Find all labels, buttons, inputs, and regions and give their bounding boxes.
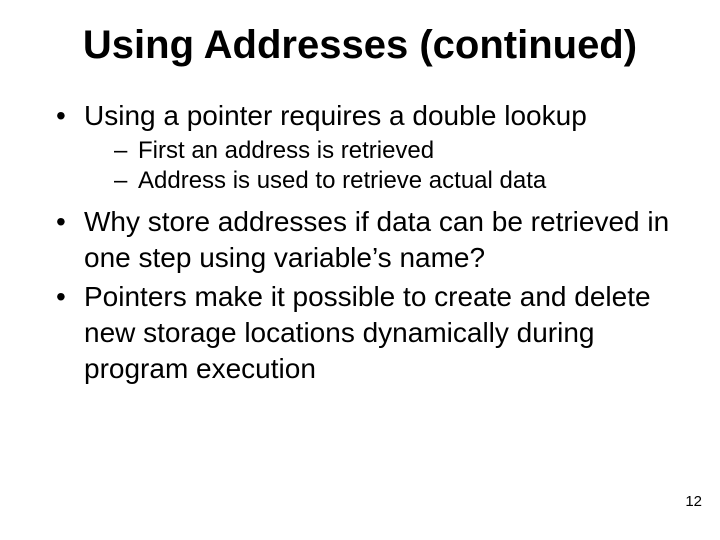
bullet-text: Why store addresses if data can be retri… — [84, 206, 669, 273]
bullet-item: Using a pointer requires a double lookup… — [50, 98, 680, 196]
bullet-item: Pointers make it possible to create and … — [50, 279, 680, 386]
slide-body: Using a pointer requires a double lookup… — [50, 98, 680, 391]
sub-bullet-text: First an address is retrieved — [138, 137, 434, 164]
sub-bullet-text: Address is used to retrieve actual data — [138, 167, 546, 194]
slide: Using Addresses (continued) Using a poin… — [0, 0, 720, 540]
bullet-item: Why store addresses if data can be retri… — [50, 204, 680, 276]
page-number: 12 — [685, 493, 702, 510]
bullet-list: Using a pointer requires a double lookup… — [50, 98, 680, 387]
bullet-sublist: First an address is retrieved Address is… — [84, 136, 680, 196]
sub-bullet-item: Address is used to retrieve actual data — [84, 166, 680, 196]
bullet-text: Using a pointer requires a double lookup — [84, 100, 587, 131]
sub-bullet-item: First an address is retrieved — [84, 136, 680, 166]
bullet-text: Pointers make it possible to create and … — [84, 281, 651, 384]
slide-title: Using Addresses (continued) — [0, 22, 720, 68]
